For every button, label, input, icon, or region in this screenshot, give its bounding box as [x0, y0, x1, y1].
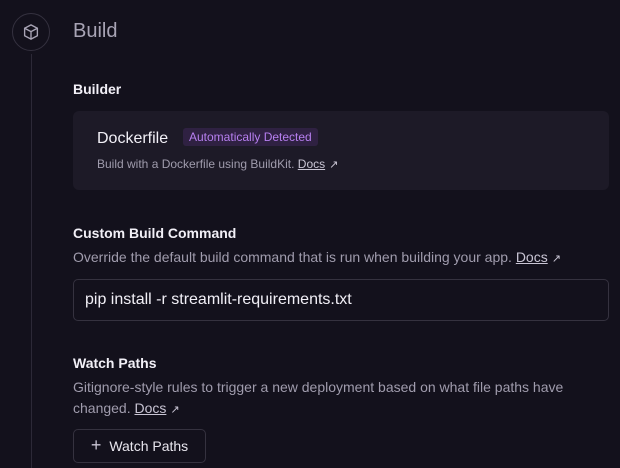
builder-description-text: Build with a Dockerfile using BuildKit. [97, 157, 295, 171]
add-watch-paths-button[interactable]: + Watch Paths [73, 429, 206, 463]
watch-paths-description: Gitignore-style rules to trigger a new d… [73, 377, 608, 421]
external-link-icon: ↗ [170, 404, 180, 416]
watch-paths-docs-link[interactable]: Docs [135, 400, 167, 416]
custom-build-docs-link[interactable]: Docs [516, 249, 548, 265]
external-link-icon: ↗ [551, 253, 561, 265]
custom-build-command-input[interactable] [73, 279, 609, 321]
custom-build-command-label: Custom Build Command [73, 225, 237, 241]
cube-icon [12, 13, 50, 51]
builder-description: Build with a Dockerfile using BuildKit. … [97, 157, 338, 171]
builder-name: Dockerfile [97, 130, 169, 147]
custom-build-description-text: Override the default build command that … [73, 249, 512, 265]
builder-card[interactable]: Dockerfile Automatically Detected Build … [73, 111, 609, 190]
plus-icon: + [90, 435, 102, 455]
build-settings-panel: Build Builder Dockerfile Automatically D… [0, 0, 620, 468]
section-title: Build [73, 20, 118, 42]
builder-docs-link[interactable]: Docs [298, 157, 325, 171]
timeline-line [31, 54, 32, 468]
watch-paths-label: Watch Paths [73, 355, 157, 371]
auto-detected-badge: Automatically Detected [183, 128, 318, 146]
external-link-icon: ↗ [329, 159, 339, 171]
custom-build-command-description: Override the default build command that … [73, 247, 608, 270]
builder-label: Builder [73, 81, 122, 97]
watch-paths-button-label: Watch Paths [109, 438, 189, 454]
